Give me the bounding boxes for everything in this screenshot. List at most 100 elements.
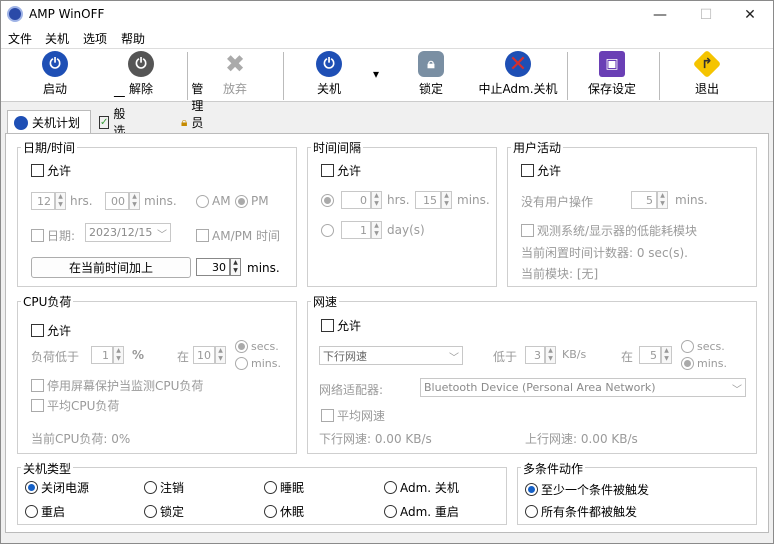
menu-help[interactable]: 帮助: [121, 30, 145, 47]
user-minutes-spinner[interactable]: ▲ ▼: [657, 191, 668, 209]
checkbox[interactable]: [31, 324, 44, 337]
checkbox[interactable]: [321, 164, 334, 177]
am-radio[interactable]: AM: [196, 194, 231, 208]
radio[interactable]: [525, 483, 538, 496]
discard-button[interactable]: ✖ 放弃: [205, 49, 265, 103]
radio[interactable]: [384, 505, 397, 518]
adm-restart-radio[interactable]: Adm. 重启: [384, 503, 459, 520]
checkbox[interactable]: [31, 229, 44, 242]
net-secs-radio[interactable]: secs.: [681, 340, 725, 353]
close-button[interactable]: ✕: [727, 1, 773, 28]
radio[interactable]: [235, 357, 248, 370]
cpu-value-spinner[interactable]: ▲ ▼: [113, 346, 124, 364]
add-current-time-button[interactable]: 在当前时间加上: [31, 257, 191, 278]
minutes-spinner[interactable]: ▲ ▼: [129, 192, 140, 210]
maximize-button[interactable]: ☐: [683, 1, 729, 28]
hibernate-radio[interactable]: 休眠: [264, 503, 304, 520]
checkbox[interactable]: [31, 379, 44, 392]
date-checkbox[interactable]: 日期:: [31, 227, 75, 244]
shutdown-dropdown-arrow[interactable]: ▾: [373, 67, 379, 81]
any-condition-radio[interactable]: 至少一个条件被触发: [525, 481, 649, 498]
add-minutes-spinner[interactable]: ▲ ▼: [230, 258, 241, 276]
radio[interactable]: [235, 340, 248, 353]
net-value-input[interactable]: 3: [525, 346, 545, 364]
radio[interactable]: [264, 505, 277, 518]
date-picker[interactable]: 2023/12/15 ﹀: [85, 223, 171, 242]
radio[interactable]: [25, 481, 38, 494]
cpu-time-input[interactable]: 10: [193, 346, 215, 364]
stop-screensaver-checkbox[interactable]: 停用屏幕保护当监测CPU负荷: [31, 377, 203, 394]
cpu-value-input[interactable]: 1: [91, 346, 113, 364]
checkbox[interactable]: [31, 399, 44, 412]
menu-options[interactable]: 选项: [83, 30, 107, 47]
radio[interactable]: [144, 481, 157, 494]
logoff-radio[interactable]: 注销: [144, 479, 184, 496]
interval-time-radio[interactable]: [321, 194, 334, 210]
interval-days-input[interactable]: 1: [341, 221, 371, 239]
net-direction-select[interactable]: 下行网速 ﹀: [319, 346, 463, 365]
interval-days-spinner[interactable]: ▲ ▼: [371, 221, 382, 239]
checkbox[interactable]: [521, 164, 534, 177]
menu-shutdown[interactable]: 关机: [45, 30, 69, 47]
adapter-select[interactable]: Bluetooth Device (Personal Area Network)…: [420, 378, 746, 397]
interval-minutes-spinner[interactable]: ▲ ▼: [441, 191, 452, 209]
adm-shutdown-radio[interactable]: Adm. 关机: [384, 479, 459, 496]
add-minutes-input[interactable]: 30: [196, 258, 230, 276]
minutes-input[interactable]: 00: [105, 192, 129, 210]
radio[interactable]: [144, 505, 157, 518]
exit-button[interactable]: ↱ 退出: [677, 49, 737, 103]
radio[interactable]: [681, 357, 694, 370]
radio[interactable]: [25, 505, 38, 518]
cpu-allow-checkbox[interactable]: 允许: [31, 322, 71, 339]
save-settings-button[interactable]: ▣ 保存设定: [581, 49, 643, 103]
interval-hours-input[interactable]: 0: [341, 191, 371, 209]
minimize-button[interactable]: —: [637, 1, 683, 28]
interval-allow-checkbox[interactable]: 允许: [321, 162, 361, 179]
abort-admin-shutdown-button[interactable]: ✕ 中止Adm.关机: [475, 49, 561, 103]
radio[interactable]: [235, 194, 248, 208]
tab-admin-options[interactable]: 🔒︎ 管理员选项: [175, 82, 209, 164]
radio[interactable]: [525, 505, 538, 518]
checkbox[interactable]: [196, 229, 209, 242]
ampm-time-checkbox[interactable]: AM/PM 时间: [196, 227, 280, 244]
radio[interactable]: [321, 224, 334, 237]
cpu-mins-radio[interactable]: mins.: [235, 357, 281, 370]
cpu-secs-radio[interactable]: secs.: [235, 340, 279, 353]
power-off-radio[interactable]: 关闭电源: [25, 479, 89, 496]
checkbox[interactable]: [321, 319, 334, 332]
tab-general-options[interactable]: ✓ 一般选项: [93, 90, 134, 155]
radio[interactable]: [321, 194, 334, 207]
net-mins-radio[interactable]: mins.: [681, 357, 727, 370]
datetime-allow-checkbox[interactable]: 允许: [31, 162, 71, 179]
lock-radio[interactable]: 锁定: [144, 503, 184, 520]
avg-cpu-checkbox[interactable]: 平均CPU负荷: [31, 397, 119, 414]
radio[interactable]: [264, 481, 277, 494]
tab-shutdown-schedule[interactable]: 关机计划: [7, 110, 91, 134]
net-time-spinner[interactable]: ▲ ▼: [661, 346, 672, 364]
net-allow-checkbox[interactable]: 允许: [321, 317, 361, 334]
shutdown-button[interactable]: ⏻ 关机: [299, 49, 359, 103]
lock-button[interactable]: 🔒︎ 锁定: [401, 49, 461, 103]
checkbox[interactable]: [521, 224, 534, 237]
checkbox[interactable]: [321, 409, 334, 422]
radio[interactable]: [384, 481, 397, 494]
net-time-input[interactable]: 5: [639, 346, 661, 364]
restart-radio[interactable]: 重启: [25, 503, 65, 520]
radio[interactable]: [681, 340, 694, 353]
monitor-lowpower-checkbox[interactable]: 观测系统/显示器的低能耗模块: [521, 222, 697, 239]
menu-file[interactable]: 文件: [8, 30, 32, 47]
checkbox[interactable]: [31, 164, 44, 177]
hours-spinner[interactable]: ▲ ▼: [55, 192, 66, 210]
interval-minutes-input[interactable]: 15: [415, 191, 441, 209]
interval-days-radio[interactable]: [321, 224, 334, 240]
radio[interactable]: [196, 194, 209, 208]
avg-net-checkbox[interactable]: 平均网速: [321, 407, 385, 424]
pm-radio[interactable]: PM: [235, 194, 269, 208]
cpu-time-spinner[interactable]: ▲ ▼: [215, 346, 226, 364]
user-allow-checkbox[interactable]: 允许: [521, 162, 561, 179]
net-value-spinner[interactable]: ▲ ▼: [545, 346, 556, 364]
sleep-radio[interactable]: 睡眠: [264, 479, 304, 496]
all-conditions-radio[interactable]: 所有条件都被触发: [525, 503, 637, 520]
user-minutes-input[interactable]: 5: [631, 191, 657, 209]
hours-input[interactable]: 12: [31, 192, 55, 210]
